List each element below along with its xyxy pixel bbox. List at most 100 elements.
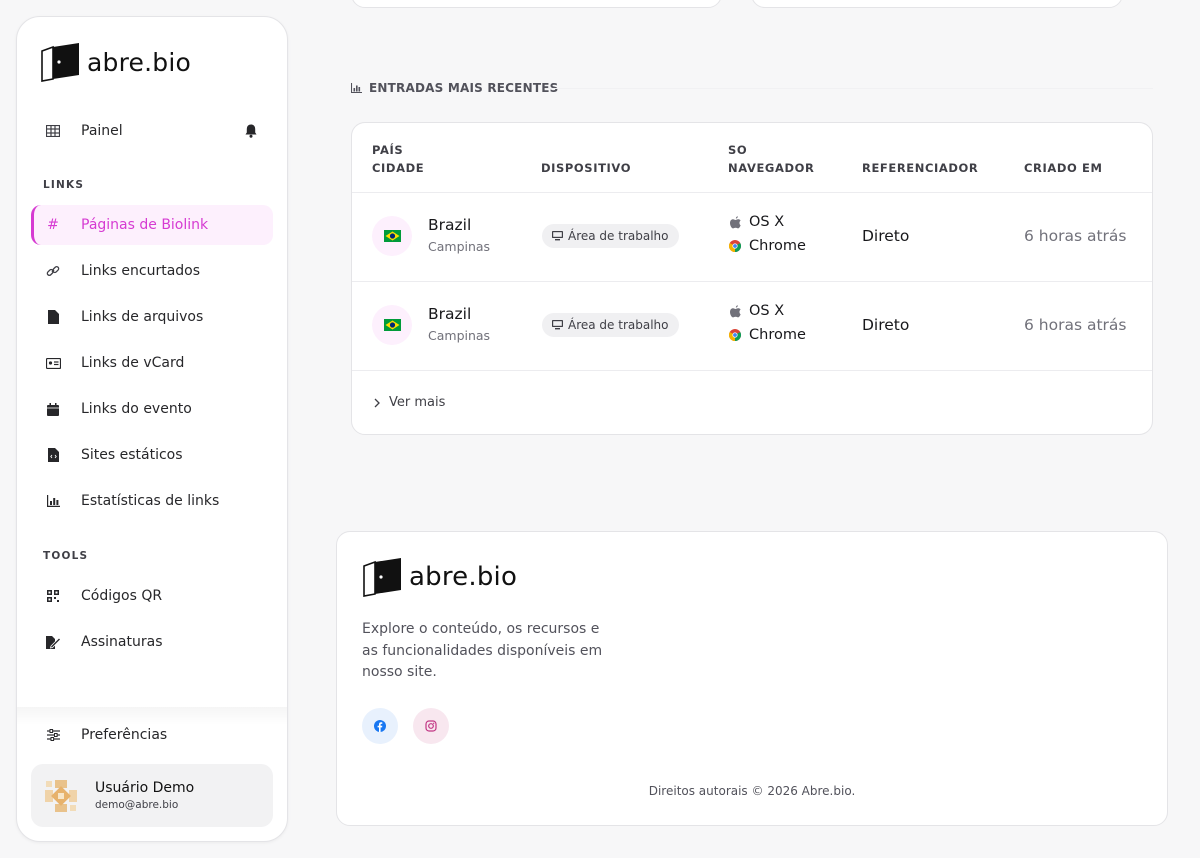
sidebar-item-label: Sites estáticos (81, 447, 183, 463)
chrome-icon (728, 239, 742, 253)
desktop-icon (552, 320, 563, 330)
country-name: Brazil (428, 216, 472, 234)
sidebar-item-label: Links do evento (81, 401, 192, 417)
os-info: OS X (728, 303, 784, 319)
see-more-link[interactable]: Ver mais (374, 395, 445, 410)
os-label: OS X (749, 214, 785, 230)
header-browser: NAVEGADOR (728, 161, 815, 175)
apple-icon (728, 304, 742, 318)
city-name: Campinas (428, 328, 491, 343)
links-section-label: LINKS (43, 179, 85, 191)
facebook-icon (374, 720, 386, 732)
recent-entries-title-text: ENTRADAS MAIS RECENTES (369, 81, 559, 95)
footer: abre.bio Explore o conteúdo, os recursos… (336, 531, 1168, 826)
recent-entries-title: ENTRADAS MAIS RECENTES (351, 81, 558, 95)
sidebar-item-qr-codes[interactable]: Códigos QR (31, 576, 273, 616)
sidebar-item-vcard-links[interactable]: Links de vCard (31, 343, 273, 383)
door-logo-icon (363, 558, 401, 597)
top-card-left (351, 0, 722, 8)
chrome-icon (728, 328, 742, 342)
user-name: Usuário Demo (95, 780, 195, 796)
instagram-link[interactable] (413, 708, 449, 744)
sliders-icon (45, 727, 61, 743)
sidebar-item-biolink-pages[interactable]: # Páginas de Biolink (31, 205, 273, 245)
top-card-right (751, 0, 1123, 8)
id-card-icon (45, 355, 61, 371)
facebook-link[interactable] (362, 708, 398, 744)
sidebar-item-preferences[interactable]: Preferências (31, 715, 273, 755)
file-icon (45, 309, 61, 325)
sidebar-item-file-links[interactable]: Links de arquivos (31, 297, 273, 337)
door-logo-icon (41, 43, 79, 82)
header-country: PAÍS (372, 143, 404, 157)
tools-section-label: TOOLS (43, 550, 89, 562)
sidebar-item-link-statistics[interactable]: Estatísticas de links (31, 481, 273, 521)
desktop-icon (552, 231, 563, 241)
instagram-icon (425, 720, 437, 732)
footer-brand-logo[interactable]: abre.bio (361, 556, 517, 598)
hash-icon: # (47, 217, 59, 233)
link-icon (45, 263, 61, 279)
sidebar-item-label: Códigos QR (81, 588, 163, 604)
see-more-label: Ver mais (389, 395, 446, 410)
sidebar-item-label: Links encurtados (81, 263, 201, 279)
sidebar: abre.bio Painel LINKS # Páginas de Bioli… (16, 16, 288, 842)
column-header-device: DISPOSITIVO (541, 161, 632, 175)
brand-name: abre.bio (87, 47, 191, 77)
browser-info: Chrome (728, 327, 806, 343)
recent-entries-table: PAÍS CIDADE DISPOSITIVO SO NAVEGADOR REF… (351, 122, 1153, 435)
sidebar-item-label: Assinaturas (81, 634, 163, 650)
referrer: Direto (862, 316, 910, 334)
os-info: OS X (728, 214, 784, 230)
city-name: Campinas (428, 239, 491, 254)
sidebar-item-label: Links de vCard (81, 355, 185, 371)
browser-label: Chrome (749, 327, 806, 343)
column-header-country-city: PAÍS CIDADE (372, 141, 424, 177)
brand-logo[interactable]: abre.bio (39, 41, 191, 83)
sidebar-item-event-links[interactable]: Links do evento (31, 389, 273, 429)
sidebar-item-label: Painel (81, 123, 123, 139)
title-divider (545, 88, 1153, 89)
brazil-flag-icon (372, 216, 412, 256)
bell-icon[interactable] (243, 123, 259, 139)
brazil-flag-icon (372, 305, 412, 345)
sidebar-item-label: Preferências (81, 727, 168, 743)
chevron-right-icon (374, 398, 380, 407)
browser-label: Chrome (749, 238, 806, 254)
user-email: demo@abre.bio (95, 799, 179, 811)
copyright-text: Direitos autorais © 2026 Abre.bio. (648, 784, 856, 798)
sidebar-item-label: Páginas de Biolink (81, 217, 209, 233)
row-divider (352, 281, 1152, 282)
row-divider (352, 192, 1152, 193)
header-os: SO (728, 143, 748, 157)
sidebar-item-short-links[interactable]: Links encurtados (31, 251, 273, 291)
sidebar-item-static-sites[interactable]: Sites estáticos (31, 435, 273, 475)
os-label: OS X (749, 303, 785, 319)
header-city: CIDADE (372, 161, 425, 175)
footer-brand-name: abre.bio (409, 562, 518, 592)
row-divider (352, 370, 1152, 371)
browser-info: Chrome (728, 238, 806, 254)
column-header-created: CRIADO EM (1024, 161, 1103, 175)
sidebar-item-signatures[interactable]: Assinaturas (31, 622, 273, 662)
sidebar-item-dashboard[interactable]: Painel (31, 111, 273, 151)
created-at: 6 horas atrás (1024, 227, 1127, 245)
column-header-referrer: REFERENCIADOR (862, 161, 979, 175)
referrer: Direto (862, 227, 910, 245)
apple-icon (728, 215, 742, 229)
sidebar-item-label: Estatísticas de links (81, 493, 220, 509)
signature-icon (45, 634, 61, 650)
grid-icon (45, 123, 61, 139)
created-at: 6 horas atrás (1024, 316, 1127, 334)
bar-chart-icon (351, 83, 362, 93)
qrcode-icon (45, 588, 61, 604)
column-header-os-browser: SO NAVEGADOR (728, 141, 814, 177)
user-card[interactable]: Usuário Demo demo@abre.bio (31, 764, 273, 827)
bar-chart-icon (45, 493, 61, 509)
calendar-icon (45, 401, 61, 417)
device-badge: Área de trabalho (542, 313, 679, 337)
country-name: Brazil (428, 305, 472, 323)
sidebar-item-label: Links de arquivos (81, 309, 204, 325)
device-label: Área de trabalho (568, 318, 669, 332)
footer-description: Explore o conteúdo, os recursos e as fun… (362, 621, 603, 680)
